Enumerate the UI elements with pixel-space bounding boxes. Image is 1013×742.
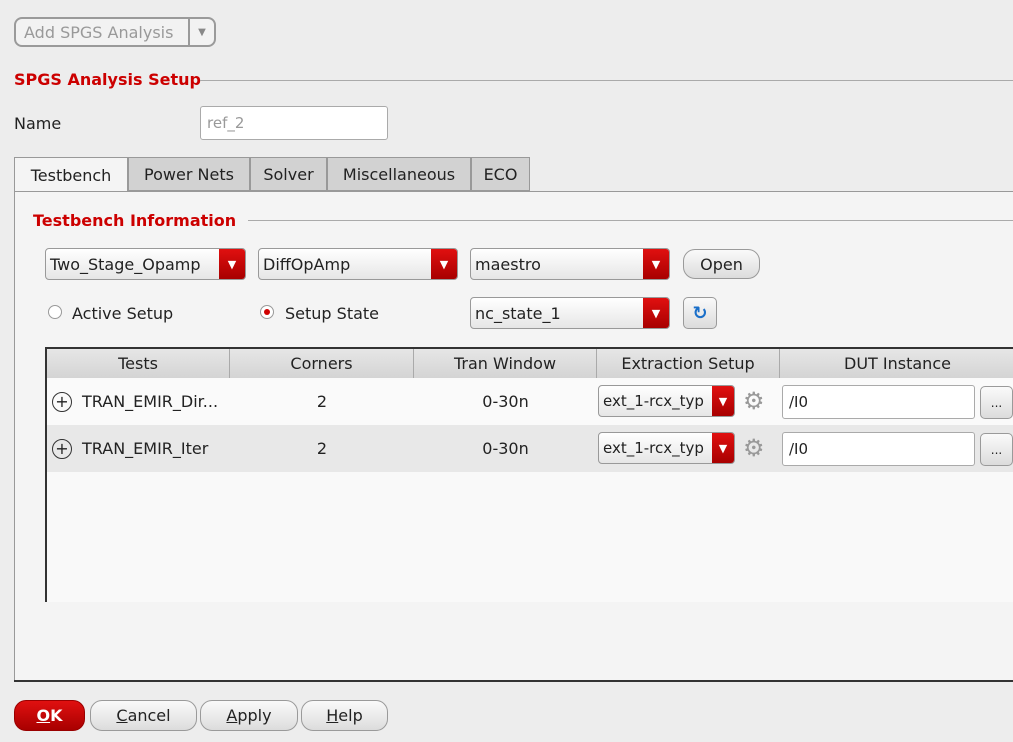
tab-testbench[interactable]: Testbench	[14, 157, 128, 192]
ok-mnemonic: O	[36, 706, 51, 725]
cancel-label: ancel	[127, 706, 171, 725]
tab-label: ECO	[483, 164, 518, 184]
name-label: Name	[14, 114, 62, 133]
chevron-down-icon: ▼	[219, 249, 245, 279]
spgs-setup-title: SPGS Analysis Setup	[14, 69, 201, 89]
testbench-info-title: Testbench Information	[33, 210, 237, 230]
chevron-down-icon: ▼	[712, 433, 734, 463]
chevron-down-icon: ▼	[643, 249, 669, 279]
tab-miscellaneous[interactable]: Miscellaneous	[327, 157, 471, 191]
table-header: Tests Corners Tran Window Extraction Set…	[47, 349, 1013, 378]
extraction-value: ext_1-rcx_typ	[603, 439, 704, 457]
tab-label: Solver	[263, 164, 314, 184]
setup-state-label: Setup State	[285, 304, 380, 323]
chevron-down-icon: ▼	[712, 386, 734, 416]
table-row[interactable]: + TRAN_EMIR_Dir... 2 0-30n ext_1-rcx_typ ▼…	[47, 378, 1013, 425]
extraction-value: ext_1-rcx_typ	[603, 392, 704, 410]
test-name: TRAN_EMIR_Iter	[82, 439, 209, 458]
divider	[14, 680, 1013, 682]
setup-state-select[interactable]: nc_state_1 ▼	[470, 297, 670, 329]
open-button[interactable]: Open	[683, 249, 760, 279]
header-dut-instance[interactable]: DUT Instance	[780, 349, 1013, 378]
ok-button[interactable]: OK	[14, 700, 85, 731]
extraction-select[interactable]: ext_1-rcx_typ ▼	[598, 432, 735, 464]
library-value: Two_Stage_Opamp	[50, 254, 201, 274]
tests-table: Tests Corners Tran Window Extraction Set…	[45, 347, 1013, 602]
corners-cell: 2	[316, 392, 328, 411]
table-row[interactable]: + TRAN_EMIR_Iter 2 0-30n ext_1-rcx_typ ▼ ⚙…	[47, 425, 1013, 472]
tab-label: Testbench	[30, 165, 112, 185]
chevron-down-icon[interactable]: ▼	[188, 19, 214, 45]
dut-input[interactable]: /I0	[782, 432, 975, 466]
tran-cell: 0-30n	[482, 392, 529, 411]
apply-button[interactable]: Apply	[200, 700, 298, 731]
name-input[interactable]: ref_2	[200, 106, 388, 140]
apply-label: pply	[237, 706, 272, 725]
ok-label: K	[50, 706, 63, 725]
browse-button[interactable]: ...	[980, 386, 1013, 419]
cancel-mnemonic: C	[116, 706, 128, 725]
spgs-setup-heading: SPGS Analysis Setup	[14, 69, 201, 89]
expand-icon[interactable]: +	[52, 438, 72, 459]
gear-icon[interactable]: ⚙	[743, 387, 765, 415]
help-mnemonic: H	[326, 706, 339, 725]
dut-value: /I0	[789, 393, 809, 411]
active-setup-label: Active Setup	[72, 304, 174, 323]
header-tran-window[interactable]: Tran Window	[414, 349, 597, 378]
library-select[interactable]: Two_Stage_Opamp ▼	[45, 248, 246, 280]
apply-mnemonic: A	[226, 706, 238, 725]
name-value: ref_2	[207, 114, 245, 132]
test-cell: + TRAN_EMIR_Dir...	[52, 378, 218, 425]
view-value: maestro	[475, 254, 541, 274]
add-spgs-analysis-combo[interactable]: Add SPGS Analysis ▼	[14, 17, 216, 47]
help-label: elp	[338, 706, 363, 725]
tab-solver[interactable]: Solver	[250, 157, 327, 191]
active-setup-radio[interactable]	[48, 305, 62, 319]
test-name: TRAN_EMIR_Dir...	[82, 392, 219, 411]
tab-label: Power Nets	[144, 164, 234, 184]
divider	[248, 220, 1013, 221]
tab-eco[interactable]: ECO	[471, 157, 530, 191]
cell-value: DiffOpAmp	[263, 254, 351, 274]
header-extraction-setup[interactable]: Extraction Setup	[597, 349, 780, 378]
cancel-button[interactable]: Cancel	[90, 700, 197, 731]
dut-value: /I0	[789, 440, 809, 458]
test-cell: + TRAN_EMIR_Iter	[52, 425, 208, 472]
corners-cell: 2	[316, 439, 328, 458]
refresh-icon: ↻	[692, 302, 708, 324]
browse-button[interactable]: ...	[980, 433, 1013, 466]
tab-label: Miscellaneous	[342, 164, 456, 184]
extraction-select[interactable]: ext_1-rcx_typ ▼	[598, 385, 735, 417]
setup-state-radio[interactable]	[260, 305, 274, 319]
testbench-info-heading: Testbench Information	[33, 210, 236, 230]
help-button[interactable]: Help	[301, 700, 388, 731]
browse-label: ...	[990, 442, 1003, 457]
expand-icon[interactable]: +	[52, 391, 72, 412]
header-tests[interactable]: Tests	[47, 349, 230, 378]
chevron-down-icon: ▼	[431, 249, 457, 279]
dut-input[interactable]: /I0	[782, 385, 975, 419]
divider	[200, 80, 1013, 81]
browse-label: ...	[990, 395, 1003, 410]
tran-cell: 0-30n	[482, 439, 529, 458]
refresh-button[interactable]: ↻	[683, 297, 717, 329]
header-corners[interactable]: Corners	[230, 349, 414, 378]
setup-state-value: nc_state_1	[475, 303, 561, 323]
add-spgs-analysis-label: Add SPGS Analysis	[24, 22, 174, 42]
gear-icon[interactable]: ⚙	[743, 434, 765, 462]
open-label: Open	[700, 254, 743, 274]
cell-select[interactable]: DiffOpAmp ▼	[258, 248, 458, 280]
tab-power-nets[interactable]: Power Nets	[128, 157, 250, 191]
view-select[interactable]: maestro ▼	[470, 248, 670, 280]
chevron-down-icon: ▼	[643, 298, 669, 328]
